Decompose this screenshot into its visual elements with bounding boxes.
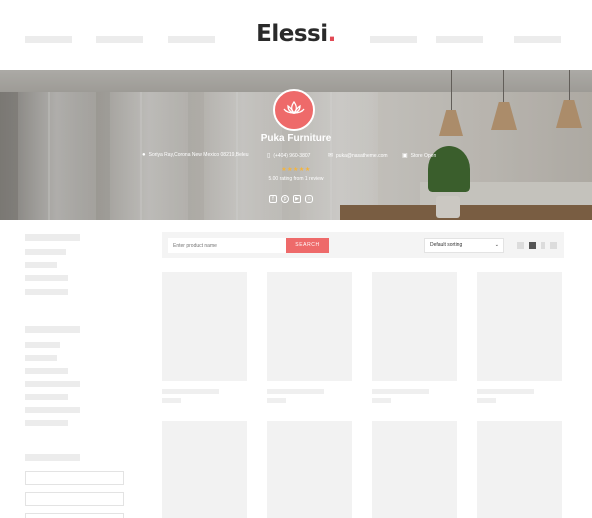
- sidebar-item-placeholder[interactable]: [25, 342, 60, 348]
- sidebar-item-placeholder[interactable]: [25, 368, 68, 374]
- product-price-placeholder: [267, 398, 286, 403]
- envelope-icon: ✉: [328, 153, 334, 159]
- nav-placeholder-6[interactable]: [514, 36, 561, 43]
- product-title-placeholder[interactable]: [162, 389, 219, 394]
- sort-select[interactable]: Default sorting ⌄: [424, 238, 504, 253]
- store-email: ✉ puka@nasatheme.com: [328, 152, 388, 160]
- grid-4-icon[interactable]: [541, 242, 545, 249]
- search-button[interactable]: SEARCH: [286, 238, 329, 253]
- sidebar-item-placeholder[interactable]: [25, 355, 57, 361]
- nav-placeholder-5[interactable]: [436, 36, 483, 43]
- lotus-icon: [283, 100, 305, 121]
- store-status: ▣ Store Open: [402, 152, 437, 160]
- product-title-placeholder[interactable]: [267, 389, 324, 394]
- product-price-placeholder: [477, 398, 496, 403]
- product-card-image[interactable]: [267, 272, 352, 381]
- store-email-text: puka@nasatheme.com: [336, 152, 388, 159]
- product-card-image[interactable]: [267, 421, 352, 518]
- logo-text: Elessi: [256, 21, 328, 47]
- product-card-image[interactable]: [162, 421, 247, 518]
- sidebar-item-placeholder[interactable]: [25, 262, 57, 268]
- product-title-placeholder[interactable]: [477, 389, 534, 394]
- list-icon[interactable]: [550, 242, 557, 249]
- sidebar-item-placeholder[interactable]: [25, 381, 80, 387]
- instagram-icon[interactable]: ○: [305, 195, 313, 203]
- youtube-icon[interactable]: ▶: [293, 195, 301, 203]
- logo-dot: .: [327, 21, 337, 47]
- product-card-image[interactable]: [477, 421, 562, 518]
- store-avatar: [273, 89, 315, 131]
- sidebar-heading-placeholder: [25, 326, 80, 333]
- rating-text: 5.00 rating from 1 review: [268, 176, 324, 182]
- store-address: ● Soriya Ray,Corona New Mexico 08219,Bel…: [142, 152, 249, 158]
- nav-placeholder-4[interactable]: [370, 36, 417, 43]
- product-card-image[interactable]: [372, 421, 457, 518]
- pinterest-icon[interactable]: p: [281, 195, 289, 203]
- sidebar-item-placeholder[interactable]: [25, 249, 66, 255]
- phone-icon: ▯: [267, 153, 271, 159]
- store-phone-text: (+404) 960-3807: [273, 152, 311, 159]
- site-logo[interactable]: Elessi.: [0, 21, 592, 47]
- social-links: f p ▶ ○: [269, 195, 313, 203]
- sidebar-item-placeholder[interactable]: [25, 275, 68, 281]
- product-card-image[interactable]: [162, 272, 247, 381]
- product-price-placeholder: [372, 398, 391, 403]
- sidebar-heading-placeholder: [25, 234, 80, 241]
- product-price-placeholder: [162, 398, 181, 403]
- grid-3-icon[interactable]: [529, 242, 536, 249]
- sidebar-item-placeholder[interactable]: [25, 289, 68, 295]
- map-pin-icon: ●: [142, 152, 146, 158]
- product-card-image[interactable]: [477, 272, 562, 381]
- rating-stars: ★★★★★: [281, 167, 311, 173]
- store-status-text: Store Open: [410, 152, 437, 159]
- grid-2-icon[interactable]: [517, 242, 524, 249]
- sidebar-item-placeholder[interactable]: [25, 407, 80, 413]
- store-name: Puka Furniture: [260, 133, 332, 144]
- sidebar-item-placeholder[interactable]: [25, 394, 68, 400]
- product-card-image[interactable]: [372, 272, 457, 381]
- product-title-placeholder[interactable]: [372, 389, 429, 394]
- chevron-down-icon: ⌄: [494, 242, 499, 248]
- product-search-input[interactable]: [168, 238, 286, 253]
- store-phone: ▯ (+404) 960-3807: [267, 152, 311, 160]
- sidebar-heading-placeholder: [25, 454, 80, 461]
- filter-input-placeholder[interactable]: [25, 513, 124, 518]
- cart-icon: ▣: [402, 153, 408, 159]
- facebook-icon[interactable]: f: [269, 195, 277, 203]
- store-address-text: Soriya Ray,Corona New Mexico 08219,Beleu: [148, 152, 249, 158]
- filter-input-placeholder[interactable]: [25, 492, 124, 506]
- sort-selected-value: Default sorting: [430, 242, 463, 248]
- filter-input-placeholder[interactable]: [25, 471, 124, 485]
- sidebar-item-placeholder[interactable]: [25, 420, 68, 426]
